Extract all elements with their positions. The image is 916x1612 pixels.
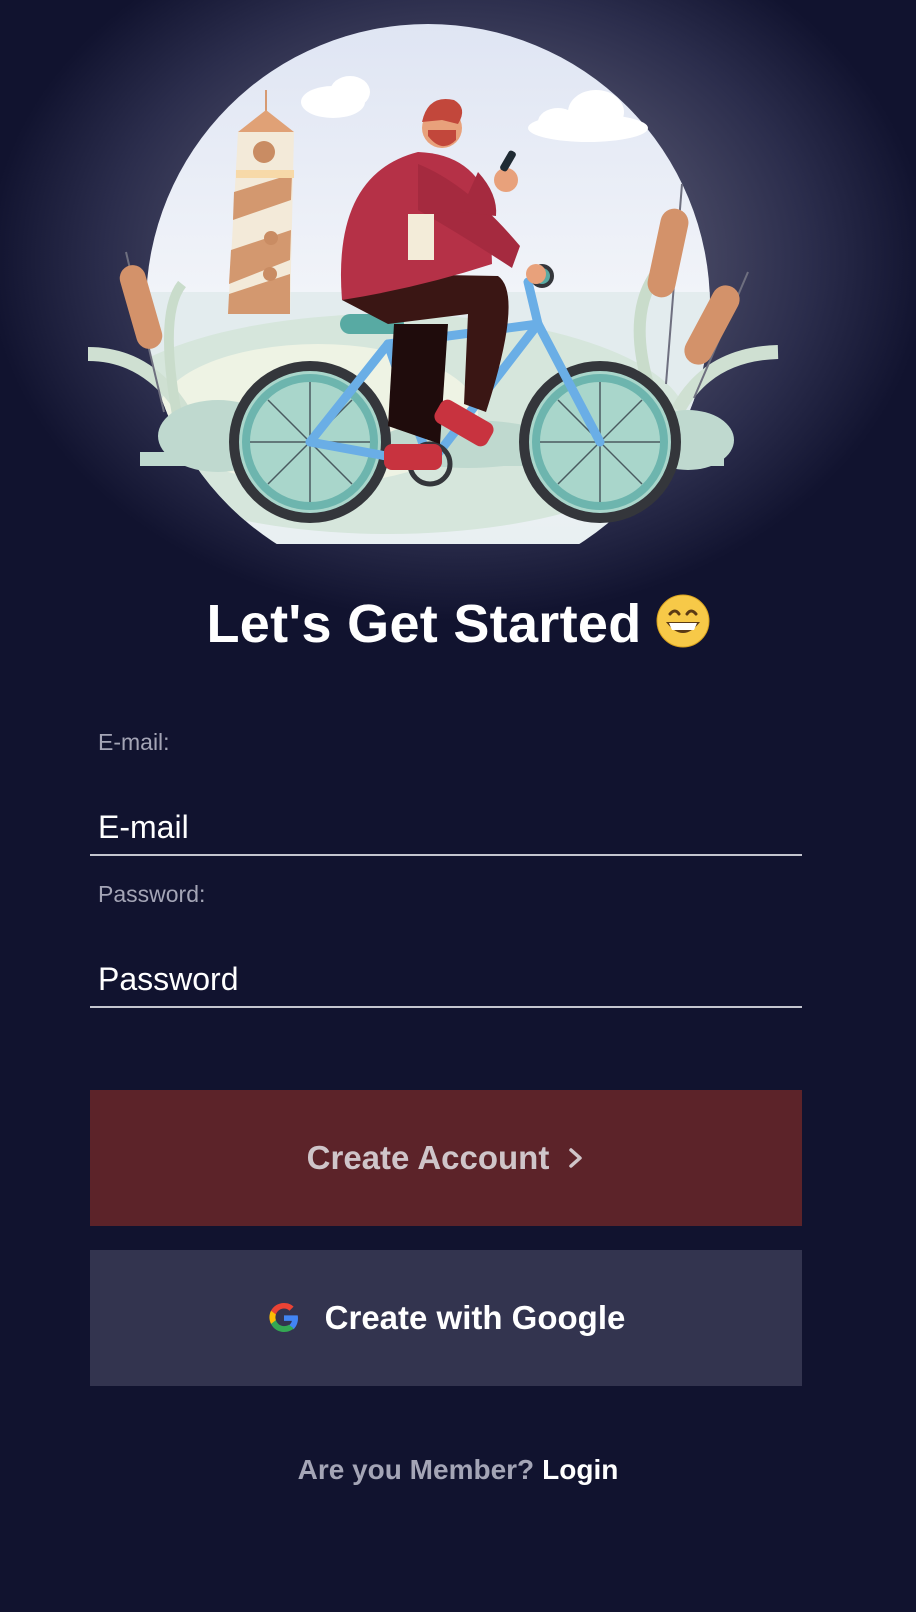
grinning-face-emoji-icon: [656, 594, 710, 648]
password-label: Password:: [98, 881, 206, 907]
page-title-text: Let's Get Started: [206, 594, 642, 654]
login-prompt: Are you Member? Login: [0, 1450, 916, 1490]
cyclist-illustration: [88, 24, 828, 544]
page-title: Let's Get Started: [0, 588, 916, 660]
create-with-google-button[interactable]: Create with Google: [90, 1250, 802, 1386]
email-field[interactable]: [90, 800, 802, 856]
password-field[interactable]: [90, 952, 802, 1008]
create-account-label: Create Account: [306, 1139, 550, 1176]
login-link[interactable]: Login: [542, 1454, 618, 1485]
create-account-button[interactable]: Create Account: [90, 1090, 802, 1226]
create-with-google-label: Create with Google: [324, 1299, 626, 1336]
email-label: E-mail:: [98, 729, 170, 755]
chevron-right-icon: [567, 1146, 585, 1170]
google-icon: [267, 1301, 301, 1335]
member-prompt-text: Are you Member?: [297, 1454, 535, 1485]
